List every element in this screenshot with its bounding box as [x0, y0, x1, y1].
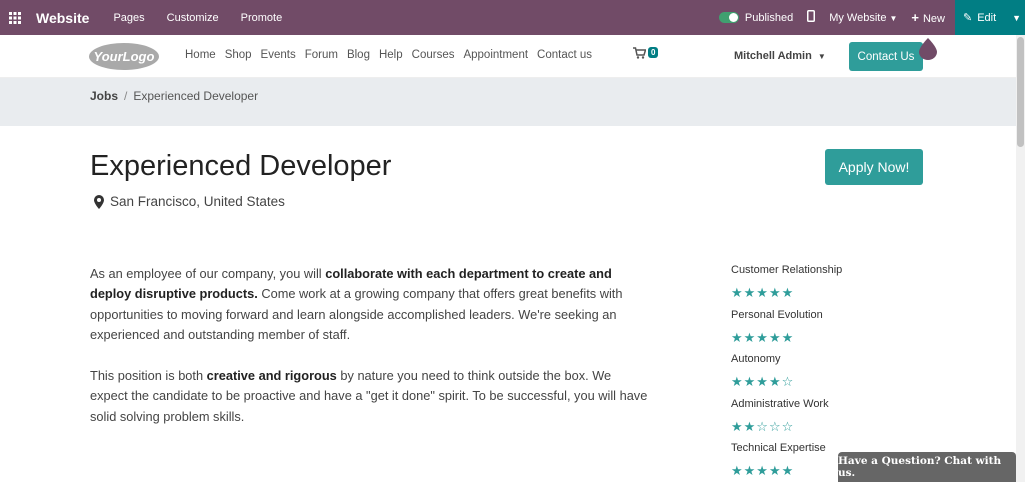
breadcrumb-band: Jobs / Experienced Developer [0, 78, 1016, 126]
cart-link[interactable]: 0 [633, 47, 659, 59]
text-segment: This position is both [90, 368, 207, 383]
published-toggle[interactable] [718, 12, 739, 23]
rating-label: Autonomy [731, 353, 781, 365]
page-scrollbar[interactable] [1016, 35, 1025, 482]
chevron-down-icon: ▼ [889, 13, 898, 23]
star-rating-icon: ★★★★☆ [731, 375, 795, 390]
plus-icon: + [911, 10, 919, 25]
rating-personal-evolution: Personal Evolution ★★★★★ [731, 309, 881, 354]
nav-appointment[interactable]: Appointment [463, 49, 528, 61]
text-segment: As an employee of our company, you will [90, 266, 326, 281]
published-label[interactable]: Published [745, 12, 793, 24]
map-marker-icon [94, 194, 104, 209]
pencil-icon: ✎ [963, 12, 973, 24]
breadcrumb-jobs-link[interactable]: Jobs [90, 89, 118, 103]
nav-help[interactable]: Help [379, 49, 403, 61]
rating-customer-relationship: Customer Relationship ★★★★★ [731, 264, 881, 309]
user-name: Mitchell Admin [734, 50, 812, 62]
job-title: Experienced Developer [90, 150, 392, 182]
job-location: San Francisco, United States [94, 194, 285, 209]
skill-ratings: Customer Relationship ★★★★★ Personal Evo… [731, 264, 881, 482]
apply-now-button[interactable]: Apply Now! [825, 149, 923, 185]
scrollbar-thumb[interactable] [1017, 37, 1024, 147]
breadcrumb-separator: / [124, 89, 128, 103]
contact-us-button[interactable]: Contact Us [849, 42, 923, 71]
edit-dropdown-icon[interactable]: ▼ [1012, 13, 1021, 23]
mobile-preview-icon[interactable] [807, 10, 816, 25]
star-rating-icon: ★★★★★ [731, 286, 795, 301]
job-location-text: San Francisco, United States [110, 194, 285, 209]
new-button[interactable]: + New [911, 10, 945, 25]
live-chat-button[interactable]: Have a Question? Chat with us. [838, 452, 1016, 482]
job-description-paragraph: This position is both creative and rigor… [90, 366, 650, 427]
menu-pages[interactable]: Pages [113, 12, 144, 24]
breadcrumb: Jobs / Experienced Developer [90, 89, 258, 103]
nav-home[interactable]: Home [185, 49, 216, 61]
nav-shop[interactable]: Shop [225, 49, 252, 61]
new-label: New [922, 13, 945, 25]
site-navbar: YourLogo Home Shop Events Forum Blog Hel… [0, 35, 1016, 78]
edit-label: Edit [977, 11, 997, 24]
nav-courses[interactable]: Courses [412, 49, 455, 61]
star-rating-icon: ★★★★★ [731, 330, 795, 346]
nav-blog[interactable]: Blog [347, 49, 370, 61]
menu-customize[interactable]: Customize [167, 12, 219, 24]
rating-administrative-work: Administrative Work ★★☆☆☆ [731, 398, 881, 443]
site-logo[interactable]: YourLogo [89, 43, 159, 70]
nav-forum[interactable]: Forum [305, 49, 338, 61]
text-bold-segment: creative and rigorous [206, 368, 337, 383]
rating-label: Customer Relationship [731, 264, 843, 276]
my-website-dropdown[interactable]: My Website ▼ [829, 12, 897, 24]
theme-drop-icon [919, 38, 937, 60]
rating-label: Administrative Work [731, 397, 829, 410]
apps-menu-icon[interactable] [0, 0, 30, 35]
job-description-paragraph: As an employee of our company, you will … [90, 264, 650, 345]
nav-events[interactable]: Events [261, 49, 296, 61]
app-brand[interactable]: Website [36, 10, 89, 26]
breadcrumb-current: Experienced Developer [133, 89, 259, 103]
star-rating-icon: ★★★★★ [731, 464, 795, 479]
cart-icon [633, 47, 646, 59]
nav-contact-us[interactable]: Contact us [537, 49, 592, 61]
cart-count-badge: 0 [648, 47, 659, 58]
rating-autonomy: Autonomy ★★★★☆ [731, 353, 881, 398]
nav-links: Home Shop Events Forum Blog Help Courses… [185, 49, 601, 61]
user-menu[interactable]: Mitchell Admin ▼ [734, 50, 826, 62]
menu-promote[interactable]: Promote [241, 12, 283, 24]
rating-label: Personal Evolution [731, 308, 823, 321]
admin-bar-right: Published My Website ▼ + New ✎ Edit ▼ [718, 0, 1025, 35]
edit-button[interactable]: ✎ Edit ▼ [955, 0, 1025, 35]
admin-bar: Website Pages Customize Promote Publishe… [0, 0, 1025, 35]
chevron-down-icon: ▼ [817, 52, 826, 61]
my-website-label: My Website [829, 11, 887, 24]
star-rating-icon: ★★☆☆☆ [731, 419, 795, 435]
